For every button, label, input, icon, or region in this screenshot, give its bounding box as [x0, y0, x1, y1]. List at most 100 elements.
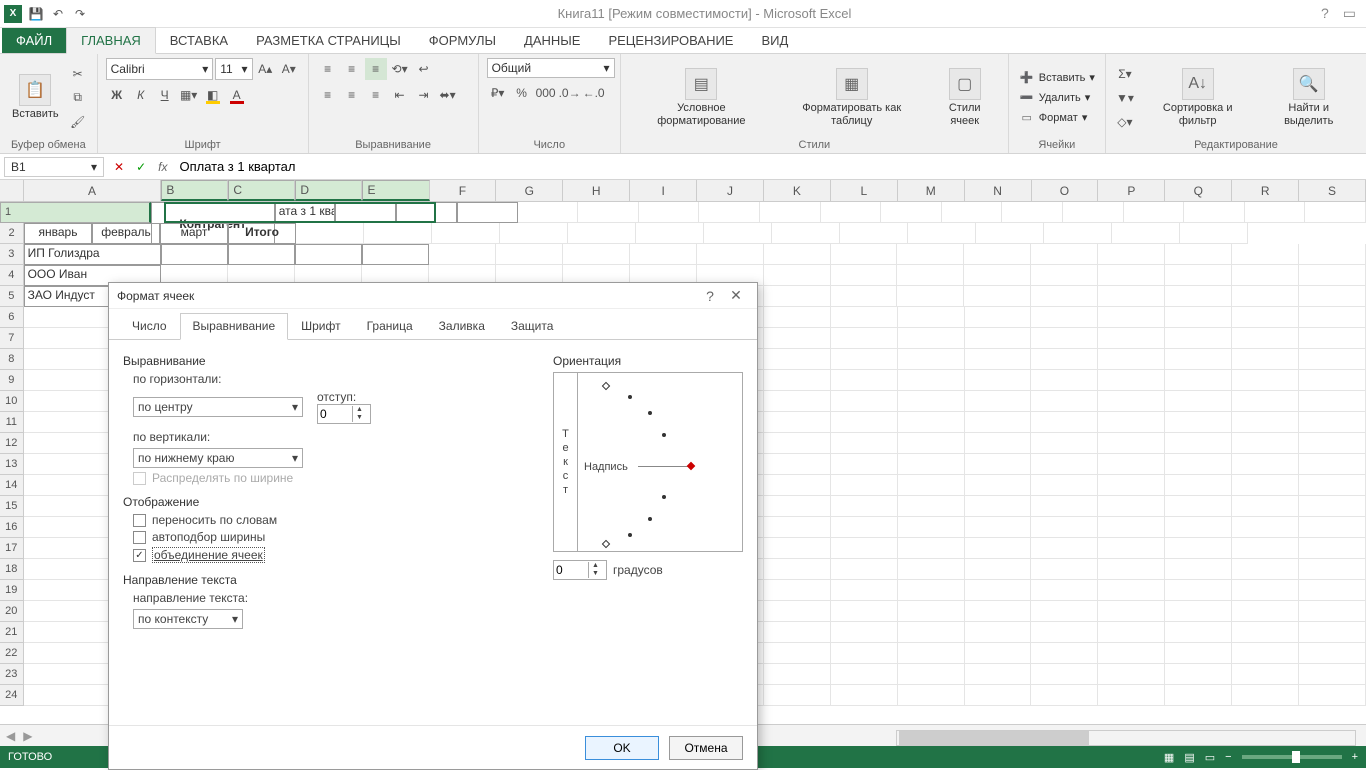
cell[interactable] — [764, 496, 831, 517]
cell[interactable] — [1232, 622, 1299, 643]
cell[interactable] — [636, 223, 704, 244]
cell[interactable] — [362, 244, 429, 265]
cell[interactable] — [831, 517, 898, 538]
cell[interactable] — [1299, 328, 1366, 349]
cell[interactable] — [898, 664, 965, 685]
cell[interactable] — [965, 559, 1032, 580]
cell[interactable] — [1299, 370, 1366, 391]
cell[interactable] — [831, 412, 898, 433]
cell[interactable] — [1305, 202, 1366, 223]
dlg-tab-alignment[interactable]: Выравнивание — [180, 313, 289, 340]
sheet-nav-next-icon[interactable]: ▶ — [23, 729, 32, 743]
indent-spinbox[interactable]: ▲▼ — [317, 404, 371, 424]
wrap-text-icon[interactable]: ↩ — [413, 58, 435, 80]
cell[interactable] — [772, 223, 840, 244]
cell[interactable] — [1031, 391, 1098, 412]
cell[interactable] — [1232, 517, 1299, 538]
tab-review[interactable]: РЕЦЕНЗИРОВАНИЕ — [594, 28, 747, 53]
cell[interactable] — [965, 307, 1032, 328]
col-header[interactable]: R — [1232, 180, 1299, 201]
cell[interactable] — [1232, 601, 1299, 622]
cell-styles-button[interactable]: ▢Стили ячеек — [930, 66, 1000, 128]
cell[interactable] — [1165, 664, 1232, 685]
cell[interactable] — [965, 328, 1032, 349]
cell[interactable] — [942, 202, 1003, 223]
cell[interactable] — [764, 622, 831, 643]
cell[interactable] — [568, 223, 636, 244]
cell[interactable] — [840, 223, 908, 244]
cell[interactable] — [1098, 496, 1165, 517]
cell[interactable] — [1098, 517, 1165, 538]
cell[interactable] — [1165, 559, 1232, 580]
row-header[interactable]: 12 — [0, 433, 24, 454]
cell[interactable] — [296, 223, 364, 244]
cell[interactable] — [1299, 643, 1366, 664]
view-normal-icon[interactable]: ▦ — [1164, 751, 1174, 764]
ok-button[interactable]: OK — [585, 736, 659, 760]
cell[interactable] — [1031, 265, 1098, 286]
cell[interactable] — [965, 580, 1032, 601]
row-header[interactable]: 19 — [0, 580, 24, 601]
cell[interactable] — [1098, 643, 1165, 664]
name-box[interactable]: B1▾ — [4, 157, 104, 177]
cell[interactable] — [965, 391, 1032, 412]
cell[interactable] — [964, 286, 1031, 307]
col-header[interactable]: J — [697, 180, 764, 201]
row-header[interactable]: 14 — [0, 475, 24, 496]
cell[interactable] — [1098, 433, 1165, 454]
cell[interactable] — [1165, 475, 1232, 496]
cell[interactable] — [1299, 244, 1366, 265]
cell[interactable] — [1165, 391, 1232, 412]
italic-button[interactable]: К — [130, 84, 152, 106]
cell[interactable] — [1232, 496, 1299, 517]
dlg-tab-border[interactable]: Граница — [354, 313, 426, 339]
cell[interactable] — [1165, 370, 1232, 391]
row-header[interactable]: 22 — [0, 643, 24, 664]
paste-button[interactable]: 📋 Вставить — [8, 72, 63, 122]
cell[interactable] — [831, 643, 898, 664]
decrease-font-icon[interactable]: A▾ — [278, 58, 300, 80]
cell[interactable] — [764, 538, 831, 559]
cell[interactable] — [898, 538, 965, 559]
cell[interactable] — [831, 601, 898, 622]
cell[interactable] — [897, 265, 964, 286]
formula-input[interactable] — [173, 157, 1366, 176]
cell[interactable] — [1031, 685, 1098, 706]
cell[interactable] — [1098, 349, 1165, 370]
cell[interactable] — [500, 223, 568, 244]
col-header[interactable]: E — [362, 180, 429, 201]
cell[interactable] — [898, 685, 965, 706]
row-header[interactable]: 24 — [0, 685, 24, 706]
cell[interactable] — [764, 580, 831, 601]
cell[interactable] — [1098, 664, 1165, 685]
increase-font-icon[interactable]: A▴ — [255, 58, 277, 80]
conditional-formatting-button[interactable]: ▤Условное форматирование — [629, 66, 774, 128]
cell[interactable] — [1031, 412, 1098, 433]
cell[interactable] — [898, 307, 965, 328]
cell[interactable] — [1165, 307, 1232, 328]
cell[interactable] — [1031, 496, 1098, 517]
cell[interactable] — [764, 349, 831, 370]
row-header[interactable]: 9 — [0, 370, 24, 391]
shrink-to-fit-checkbox[interactable]: автоподбор ширины — [123, 530, 533, 544]
cell[interactable] — [897, 286, 964, 307]
row-header[interactable]: 1 — [0, 202, 151, 223]
cell[interactable] — [764, 601, 831, 622]
cell[interactable] — [764, 643, 831, 664]
cell[interactable] — [1031, 454, 1098, 475]
clear-icon[interactable]: ◇▾ — [1114, 111, 1136, 133]
cell[interactable] — [1299, 517, 1366, 538]
cell[interactable] — [897, 244, 964, 265]
cell[interactable] — [1098, 307, 1165, 328]
dlg-tab-protection[interactable]: Защита — [498, 313, 567, 339]
col-header[interactable]: B — [161, 180, 228, 201]
dlg-tab-font[interactable]: Шрифт — [288, 313, 353, 339]
cell[interactable] — [1031, 664, 1098, 685]
row-header[interactable]: 2 — [0, 223, 24, 244]
col-header[interactable]: F — [430, 180, 497, 201]
cell[interactable] — [764, 685, 831, 706]
cell[interactable]: февраль — [92, 223, 160, 244]
cell[interactable] — [898, 328, 965, 349]
cell[interactable] — [1299, 412, 1366, 433]
cell[interactable] — [1098, 391, 1165, 412]
